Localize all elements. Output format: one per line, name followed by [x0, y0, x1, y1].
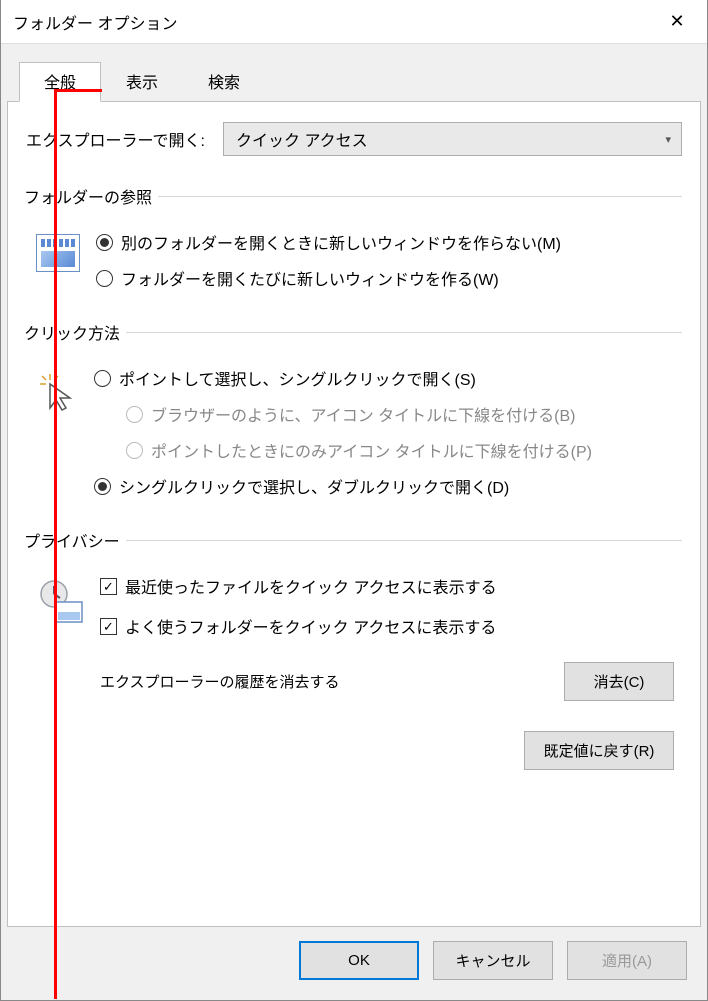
- folder-options-dialog: フォルダー オプション ✕ 全般 表示 検索 エクスプローラーで開く: クイック…: [0, 0, 708, 1001]
- radio-icon: [94, 478, 111, 495]
- tab-search[interactable]: 検索: [183, 62, 265, 102]
- radio-label: ポイントしたときにのみアイコン タイトルに下線を付ける(P): [151, 438, 592, 462]
- ok-button[interactable]: OK: [299, 941, 419, 980]
- close-button[interactable]: ✕: [657, 7, 697, 37]
- group-browse-legend: フォルダーの参照: [24, 184, 158, 208]
- radio-icon: [94, 370, 111, 387]
- open-with-combo[interactable]: クイック アクセス ▾: [223, 122, 682, 156]
- annotation-line-vertical: [54, 89, 57, 999]
- chevron-down-icon: ▾: [665, 133, 671, 146]
- check-frequent-folders[interactable]: よく使うフォルダーをクイック アクセスに表示する: [100, 614, 682, 638]
- group-privacy: プライバシー 最近使ったファイ: [26, 528, 682, 701]
- radio-icon: [126, 406, 143, 423]
- radio-label: ブラウザーのように、アイコン タイトルに下線を付ける(B): [151, 402, 576, 426]
- radio-label: 別のフォルダーを開くときに新しいウィンドウを作らない(M): [121, 230, 561, 254]
- apply-button: 適用(A): [567, 941, 687, 980]
- open-with-row: エクスプローラーで開く: クイック アクセス ▾: [26, 122, 682, 156]
- tab-label: 検索: [208, 75, 240, 92]
- checkbox-icon: [100, 578, 117, 595]
- cancel-button[interactable]: キャンセル: [433, 941, 553, 980]
- check-recent-files[interactable]: 最近使ったファイルをクイック アクセスに表示する: [100, 574, 682, 598]
- group-browse: フォルダーの参照 別のフォルダーを開くときに新しいウィンドウを作らない(M) フ…: [26, 184, 682, 290]
- radio-icon: [126, 442, 143, 459]
- radio-browse-same-window[interactable]: 別のフォルダーを開くときに新しいウィンドウを作らない(M): [96, 230, 682, 254]
- client-area: 全般 表示 検索 エクスプローラーで開く: クイック アクセス ▾ フォルダーの…: [1, 44, 707, 1000]
- radio-icon: [96, 270, 113, 287]
- check-label: よく使うフォルダーをクイック アクセスに表示する: [125, 614, 496, 638]
- radio-underline-hover: ポイントしたときにのみアイコン タイトルに下線を付ける(P): [126, 438, 682, 462]
- tabstrip: 全般 表示 検索: [7, 44, 701, 102]
- dialog-button-bar: OK キャンセル 適用(A): [7, 927, 701, 994]
- annotation-line-horizontal: [54, 89, 102, 92]
- dialog-title: フォルダー オプション: [13, 10, 177, 34]
- radio-label: ポイントして選択し、シングルクリックで開く(S): [119, 366, 476, 390]
- check-label: 最近使ったファイルをクイック アクセスに表示する: [125, 574, 497, 598]
- close-icon: ✕: [669, 11, 684, 32]
- combo-value: クイック アクセス: [236, 127, 368, 151]
- tab-view[interactable]: 表示: [101, 62, 183, 102]
- restore-row: 既定値に戻す(R): [26, 731, 682, 770]
- group-click-legend: クリック方法: [24, 320, 126, 344]
- checkbox-icon: [100, 618, 117, 635]
- open-with-label: エクスプローラーで開く:: [26, 127, 205, 151]
- radio-label: シングルクリックで選択し、ダブルクリックで開く(D): [119, 474, 509, 498]
- titlebar: フォルダー オプション ✕: [1, 0, 707, 44]
- radio-single-click[interactable]: ポイントして選択し、シングルクリックで開く(S): [94, 366, 682, 390]
- cursor-click-icon: [36, 370, 80, 414]
- history-clock-icon: [36, 578, 86, 626]
- clear-history-label: エクスプローラーの履歴を消去する: [100, 671, 340, 692]
- tab-label: 表示: [126, 75, 158, 92]
- radio-label: フォルダーを開くたびに新しいウィンドウを作る(W): [121, 266, 499, 290]
- tab-general[interactable]: 全般: [19, 62, 101, 102]
- clear-history-button[interactable]: 消去(C): [564, 662, 674, 701]
- radio-double-click[interactable]: シングルクリックで選択し、ダブルクリックで開く(D): [94, 474, 682, 498]
- clear-history-row: エクスプローラーの履歴を消去する 消去(C): [100, 662, 682, 701]
- group-privacy-legend: プライバシー: [24, 528, 126, 552]
- radio-underline-always: ブラウザーのように、アイコン タイトルに下線を付ける(B): [126, 402, 682, 426]
- radio-icon: [96, 234, 113, 251]
- tab-panel-general: エクスプローラーで開く: クイック アクセス ▾ フォルダーの参照 別: [7, 101, 701, 927]
- group-click: クリック方法: [26, 320, 682, 498]
- folder-window-icon: [36, 234, 82, 276]
- radio-browse-new-window[interactable]: フォルダーを開くたびに新しいウィンドウを作る(W): [96, 266, 682, 290]
- restore-defaults-button[interactable]: 既定値に戻す(R): [524, 731, 674, 770]
